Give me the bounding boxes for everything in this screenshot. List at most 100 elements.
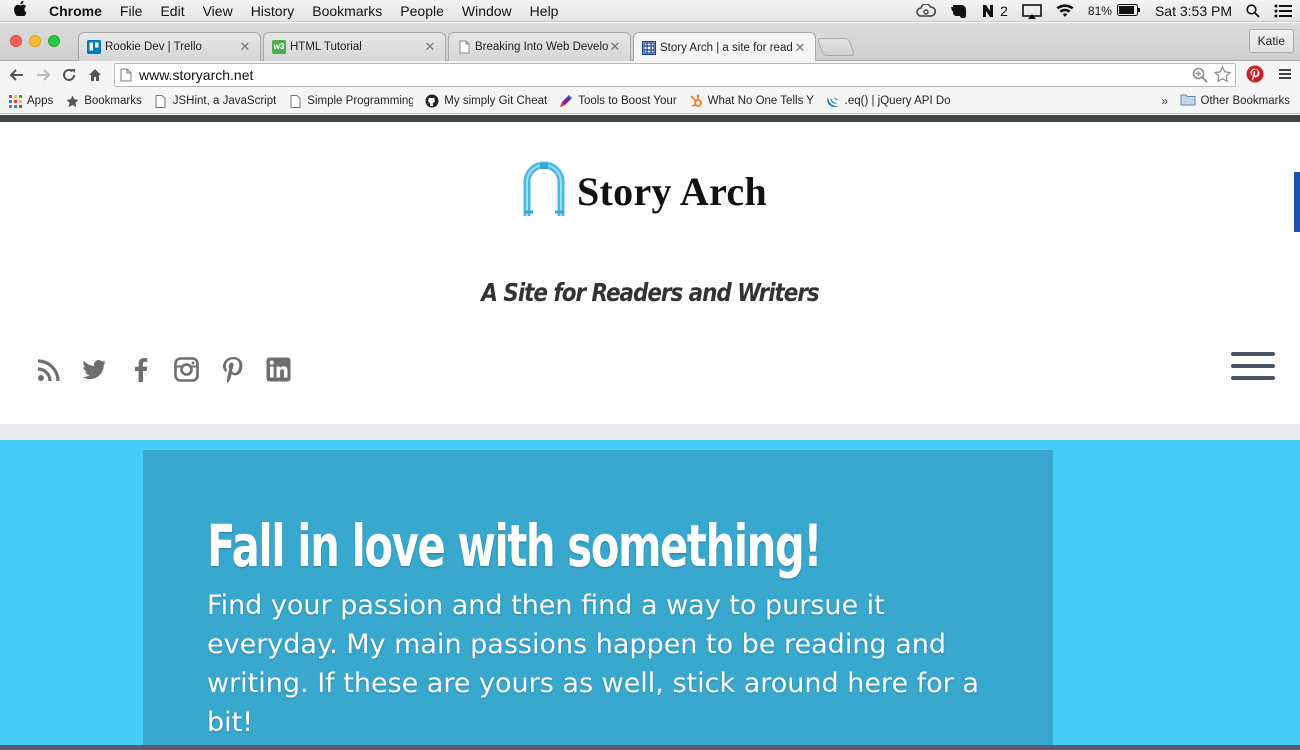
logo-text: Story Arch [577,169,768,214]
page-icon [288,94,302,108]
rss-icon[interactable] [36,357,61,382]
bookmark-tools-boost[interactable]: Tools to Boost Your [559,94,677,108]
notifications-badge[interactable]: 2 [982,3,1008,19]
hamburger-line [1231,352,1275,356]
hero-section: Fall in love with something! Find your p… [0,440,1300,750]
battery-percent: 81% [1087,4,1112,18]
linkedin-icon[interactable] [266,357,291,382]
window-zoom-button[interactable] [48,35,60,47]
bookmark-label: JSHint, a JavaScript [172,95,277,107]
menu-edit[interactable]: Edit [151,3,193,19]
address-bar-actions [1192,65,1232,86]
hero-title: Fall in love with something! [207,512,822,580]
hamburger-line [1231,376,1275,380]
page-icon [154,94,168,108]
bookmark-label: What No One Tells Y [707,95,814,107]
page-side-tab[interactable] [1294,172,1300,232]
arch-logo-icon [523,160,565,223]
tab-title: Rookie Dev | Trello [105,41,202,53]
notifications-count: 2 [1000,3,1008,19]
tab-title: Breaking Into Web Develop [475,41,608,53]
address-url: www.storyarch.net [139,67,254,83]
bookmarks-overflow-chevron[interactable]: » [1161,94,1168,108]
other-bookmarks-folder[interactable]: Other Bookmarks [1180,93,1290,109]
apps-grid-icon [8,94,22,108]
notification-center-icon[interactable] [1274,4,1292,18]
pinterest-extension-icon[interactable] [1246,65,1264,88]
menubar-clock[interactable]: Sat 3:53 PM [1155,3,1232,19]
address-bar[interactable]: www.storyarch.net [114,63,1236,87]
battery-status[interactable]: 81% [1088,3,1141,19]
wifi-icon[interactable] [1056,4,1074,18]
menu-view[interactable]: View [194,3,242,19]
page-info-icon[interactable] [115,68,137,82]
bookmark-git-cheat[interactable]: My simply Git Cheat [425,94,547,108]
tab-close-icon[interactable]: ✕ [423,39,437,55]
header-separator [0,424,1300,440]
battery-icon [1116,3,1141,19]
bookmarks-bar: Apps Bookmarks JSHint, a JavaScript Simp… [0,89,1300,114]
hamburger-menu-button[interactable] [1231,352,1275,382]
folder-icon [1180,93,1196,109]
bookmark-label: Bookmarks [84,95,142,107]
window-close-button[interactable] [10,35,22,47]
bookmark-jquery-eq[interactable]: .eq() | jQuery API Do [826,94,951,108]
forward-button[interactable] [30,63,56,87]
reload-button[interactable] [56,63,82,87]
menu-bookmarks[interactable]: Bookmarks [303,3,391,19]
bookmark-label: Tools to Boost Your [578,95,677,107]
hamburger-line [1231,364,1275,368]
menubar-status-area: 2 81% Sat 3:53 PM [916,0,1292,22]
toolbar-extensions [1246,65,1292,88]
bookmark-bookmarks[interactable]: Bookmarks [65,94,142,108]
site-logo[interactable]: Story Arch [523,160,767,223]
menu-help[interactable]: Help [521,3,568,19]
window-minimize-button[interactable] [29,35,41,47]
bookmark-jshint[interactable]: JSHint, a JavaScript [154,94,277,108]
bookmark-label: Simple Programming [307,95,414,107]
tab-title: Story Arch | a site for reader [660,41,793,54]
tab-breaking-into-web[interactable]: Breaking Into Web Develop ✕ [448,32,631,61]
chrome-menu-icon[interactable] [1278,67,1292,86]
menu-file[interactable]: File [111,3,152,19]
jquery-icon [826,94,840,108]
bookmark-what-no-one-tells[interactable]: What No One Tells Y [689,94,814,108]
creative-cloud-icon[interactable] [916,4,937,18]
tab-close-icon[interactable]: ✕ [238,39,252,55]
twitter-icon[interactable] [82,357,107,382]
spotlight-search-icon[interactable] [1246,4,1260,18]
web-page: Story Arch A Site for Readers and Writer… [0,122,1300,750]
new-tab-button[interactable] [816,38,856,56]
menu-history[interactable]: History [242,3,304,19]
menu-app-chrome[interactable]: Chrome [40,3,111,19]
facebook-icon[interactable] [128,357,153,382]
mac-menu-bar: Chrome File Edit View History Bookmarks … [0,0,1300,22]
instagram-icon[interactable] [174,357,199,382]
bookmark-simple-programming[interactable]: Simple Programming [288,94,413,108]
tab-trello[interactable]: Rookie Dev | Trello ✕ [78,32,261,61]
social-links [36,356,291,383]
menu-window[interactable]: Window [453,3,521,19]
pen-icon [559,94,573,108]
browser-toolbar: www.storyarch.net [0,61,1300,89]
evernote-icon[interactable] [950,3,968,19]
tab-close-icon[interactable]: ✕ [608,39,622,55]
menu-people[interactable]: People [391,3,453,19]
pinterest-icon[interactable] [220,356,245,383]
hubspot-icon [689,94,703,108]
zoom-icon[interactable] [1192,67,1208,86]
browser-tab-strip: Rookie Dev | Trello ✕ w3 HTML Tutorial ✕… [0,23,1300,62]
bookmark-star-icon[interactable] [1213,65,1232,86]
apple-menu-icon[interactable] [0,0,40,20]
tab-title: HTML Tutorial [290,41,362,53]
home-button[interactable] [82,63,108,87]
airplay-icon[interactable] [1022,3,1042,19]
hero-body-text: Find your passion and then find a way to… [207,590,979,738]
tab-close-icon[interactable]: ✕ [793,40,807,56]
profile-button[interactable]: Katie [1248,29,1294,53]
bookmark-apps[interactable]: Apps [8,94,53,108]
back-button[interactable] [4,63,30,87]
hero-card: Fall in love with something! Find your p… [143,450,1053,750]
tab-story-arch[interactable]: Story Arch | a site for reader ✕ [633,32,816,62]
tab-html-tutorial[interactable]: w3 HTML Tutorial ✕ [263,32,446,61]
